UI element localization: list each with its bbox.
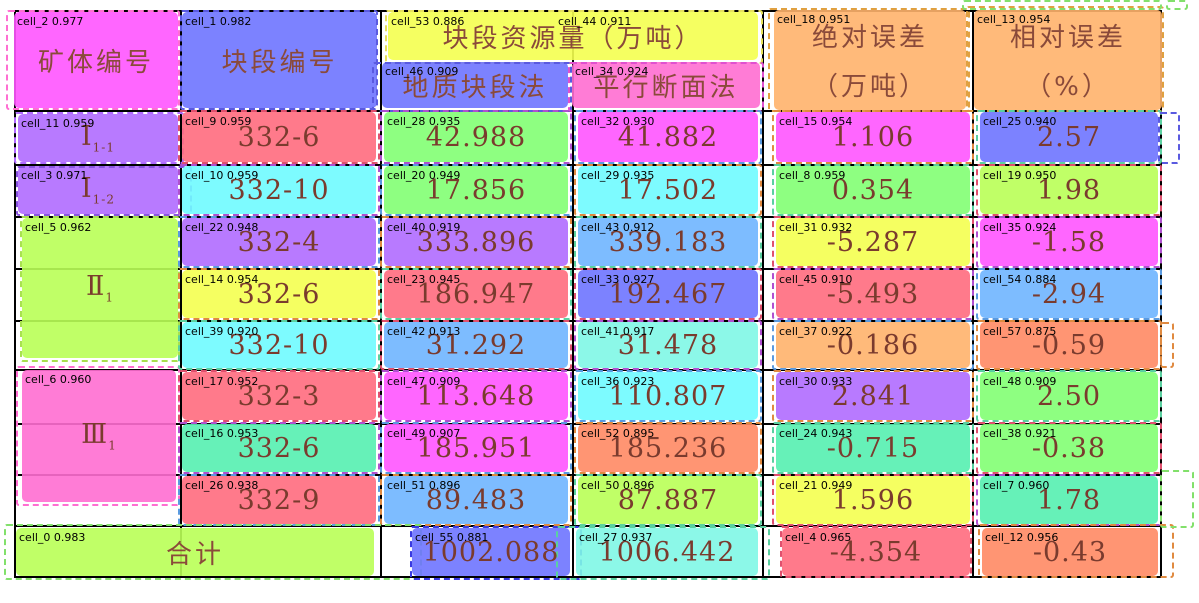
ore-body-sub: 1 <box>105 290 114 305</box>
detection-label: cell_47 0.909 <box>387 375 461 388</box>
detection-box <box>962 0 1162 10</box>
detection-label: cell_10 0.959 <box>185 169 259 182</box>
detection-label: cell_42 0.913 <box>387 325 461 338</box>
grid-vline <box>762 10 764 578</box>
detection-label: cell_15 0.954 <box>779 115 853 128</box>
detection-label: cell_53 0.886 <box>391 15 465 28</box>
detection-box <box>1166 0 1188 10</box>
detection-label: cell_12 0.956 <box>985 531 1059 544</box>
detection-label: cell_8 0.959 <box>779 169 846 182</box>
detection-box <box>1160 322 1174 368</box>
detection-label: cell_31 0.932 <box>779 221 853 234</box>
detection-label: cell_1 0.982 <box>185 15 252 28</box>
table-cell: Ⅲ1 <box>22 370 176 502</box>
ore-body-label: Ⅲ1 <box>81 419 117 452</box>
detection-label: cell_40 0.919 <box>387 221 461 234</box>
ore-body-sub: 1 <box>108 438 117 453</box>
detection-label: cell_46 0.909 <box>385 65 459 78</box>
detection-label: cell_44 0.911 <box>558 15 632 28</box>
detection-label: cell_3 0.971 <box>21 169 88 182</box>
detection-label: cell_36 0.923 <box>581 375 655 388</box>
cell-value: 矿体编号 <box>37 47 154 78</box>
cell-value: 块段编号 <box>221 47 338 78</box>
ore-body-sub: 1-1 <box>92 140 115 155</box>
detection-label: cell_24 0.943 <box>779 427 853 440</box>
grid-hline <box>14 525 1162 527</box>
detection-label: cell_13 0.954 <box>977 13 1051 26</box>
detection-label: cell_38 0.921 <box>983 427 1057 440</box>
detection-label: cell_11 0.959 <box>21 117 95 130</box>
detection-label: cell_34 0.924 <box>575 65 649 78</box>
detection-label: cell_39 0.920 <box>185 325 259 338</box>
detection-label: cell_32 0.930 <box>581 115 655 128</box>
detection-label: cell_25 0.940 <box>983 115 1057 128</box>
detection-label: cell_50 0.896 <box>581 479 655 492</box>
detection-label: cell_0 0.983 <box>19 531 86 544</box>
detection-label: cell_4 0.965 <box>785 531 852 544</box>
detection-label: cell_21 0.949 <box>779 479 853 492</box>
detection-label: cell_20 0.949 <box>387 169 461 182</box>
detection-label: cell_14 0.954 <box>185 273 259 286</box>
detection-label: cell_48 0.909 <box>983 375 1057 388</box>
detection-label: cell_35 0.924 <box>983 221 1057 234</box>
detection-label: cell_41 0.917 <box>581 325 655 338</box>
detection-label: cell_52 0.895 <box>581 427 655 440</box>
detection-label: cell_37 0.922 <box>779 325 853 338</box>
ore-body-main: Ⅲ <box>81 419 109 451</box>
detection-label: cell_28 0.935 <box>387 115 461 128</box>
detection-label: cell_55 0.881 <box>415 531 489 544</box>
detection-label: cell_45 0.910 <box>779 273 853 286</box>
grid-hline <box>14 576 1162 578</box>
detection-label: cell_18 0.951 <box>777 13 851 26</box>
header-line: （万吨） <box>811 72 928 102</box>
detection-label: cell_51 0.896 <box>387 479 461 492</box>
detection-label: cell_22 0.948 <box>185 221 259 234</box>
detection-label: cell_49 0.907 <box>387 427 461 440</box>
cell-value: 合计 <box>165 539 224 570</box>
detection-label: cell_17 0.952 <box>185 375 259 388</box>
detection-label: cell_23 0.945 <box>387 273 461 286</box>
header-line: （%） <box>1025 72 1111 102</box>
detection-label: cell_6 0.960 <box>25 373 92 386</box>
detection-box <box>1160 470 1194 528</box>
detection-label: cell_33 0.927 <box>581 273 655 286</box>
detection-label: cell_9 0.959 <box>185 115 252 128</box>
ore-body-label: Ⅱ1 <box>86 271 114 304</box>
detection-label: cell_57 0.875 <box>983 325 1057 338</box>
detection-label: cell_5 0.962 <box>25 221 92 234</box>
grid-hline <box>14 369 1162 371</box>
ore-body-sub: 1-2 <box>92 192 115 207</box>
detection-label: cell_7 0.960 <box>983 479 1050 492</box>
detection-label: cell_16 0.953 <box>185 427 259 440</box>
detection-label: cell_2 0.977 <box>17 15 84 28</box>
detection-label: cell_26 0.938 <box>185 479 259 492</box>
ore-body-main: Ⅱ <box>86 271 106 303</box>
detection-label: cell_19 0.950 <box>983 169 1057 182</box>
detection-label: cell_43 0.912 <box>581 221 655 234</box>
detection-label: cell_30 0.933 <box>779 375 853 388</box>
detection-label: cell_54 0.884 <box>983 273 1057 286</box>
table-cell: Ⅱ1 <box>22 218 178 358</box>
detection-label: cell_29 0.935 <box>581 169 655 182</box>
detection-label: cell_27 0.937 <box>579 531 653 544</box>
